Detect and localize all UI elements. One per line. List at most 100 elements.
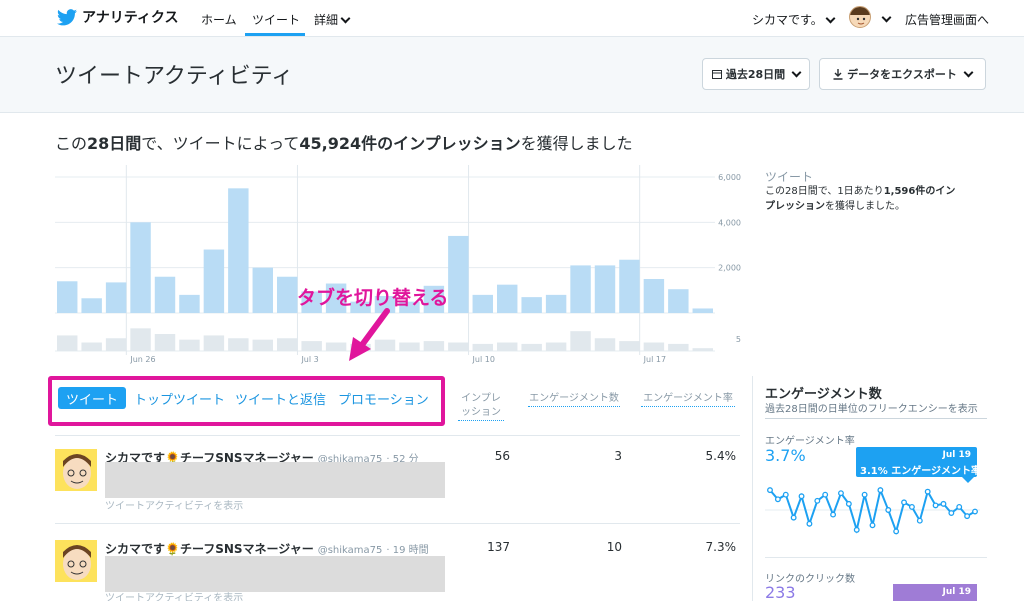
chevron-down-icon xyxy=(963,67,974,77)
y2-tick-label: 5 xyxy=(736,335,741,344)
account-menu[interactable]: シカマです。 xyxy=(752,11,836,28)
col-engagement-rate[interactable]: エンゲージメント率 xyxy=(641,392,735,407)
engagement-bar xyxy=(325,342,347,351)
tweet-author[interactable]: シカマです🌻チーフSNSマネージャー @shikama75 · 19 時間 xyxy=(105,540,429,557)
x-tick-label: Jul 10 xyxy=(472,355,495,364)
impression-bar xyxy=(668,289,689,313)
page-title: ツイートアクティビティ xyxy=(55,64,294,89)
engagement-bar xyxy=(448,342,469,351)
tweet-engagements: 10 xyxy=(606,540,622,554)
engagement-rate-point xyxy=(861,491,868,498)
view-tweet-activity-link[interactable]: ツイートアクティビティを表示 xyxy=(105,497,243,512)
engagement-bar xyxy=(643,342,665,351)
engagement-bar xyxy=(252,339,273,351)
engagement-subtitle: 過去28日間の日単位のフリークエンシーを表示 xyxy=(765,404,978,415)
impression-bar xyxy=(594,265,616,313)
calendar-icon xyxy=(711,70,722,79)
col-engagements[interactable]: エンゲージメント数 xyxy=(528,392,620,407)
tweet-impressions: 56 xyxy=(494,449,510,463)
engagement-bar xyxy=(545,342,567,351)
engagement-bar xyxy=(277,338,298,351)
engagement-rate-point xyxy=(806,520,813,527)
engagement-bar xyxy=(228,338,249,351)
engagement-rate-point xyxy=(830,511,837,518)
x-tick-label: Jul 17 xyxy=(643,355,666,364)
chart-side-text: この28日間で、1日あたり1,596件のインプレッションを獲得しました。 xyxy=(765,184,965,214)
period-select-button[interactable]: 過去28日間 xyxy=(702,58,810,90)
engagement-bar xyxy=(154,334,176,351)
avatar-illustration-icon xyxy=(55,449,97,491)
impression-bar xyxy=(130,222,151,313)
tab-tweets-and-replies[interactable]: ツイートと返信 xyxy=(235,387,326,409)
tweet-avatar[interactable] xyxy=(55,540,97,582)
tab-promotions[interactable]: プロモーション xyxy=(338,387,429,409)
engagement-rate-point xyxy=(940,500,947,507)
impression-bar xyxy=(545,294,567,313)
tooltip-text: 3.1% エンゲージメント率 xyxy=(860,466,982,477)
chart-side-label: ツイート xyxy=(765,170,814,184)
row-divider xyxy=(55,435,740,436)
download-icon xyxy=(833,68,843,80)
impression-bar xyxy=(643,279,665,313)
view-tweet-activity-link[interactable]: ツイートアクティビティを表示 xyxy=(105,589,243,601)
brand[interactable]: アナリティクス xyxy=(57,7,178,27)
nav-tweets[interactable]: ツイート xyxy=(252,11,300,28)
annotation-arrow-icon xyxy=(349,308,390,361)
engagement-bar xyxy=(521,343,542,351)
user-avatar[interactable] xyxy=(849,6,871,28)
period-label: 過去28日間 xyxy=(725,68,786,81)
engagement-rate-point xyxy=(893,528,900,535)
impressions-chart: 6,000 4,000 2,000 5 Jun 26 Jul 3 Jul 10 Jul 17 xyxy=(55,165,741,364)
impression-bar xyxy=(179,294,200,313)
engagement-rate-point xyxy=(822,491,829,498)
impression-bar xyxy=(497,284,518,313)
engagement-bar xyxy=(57,335,78,351)
y-tick-label: 6,000 xyxy=(718,173,741,182)
side-text-prefix: この28日間で、1日あたり xyxy=(765,186,884,197)
impression-bar xyxy=(472,294,493,313)
account-name: シカマです。 xyxy=(752,13,823,27)
engagement-rate-point xyxy=(767,487,773,494)
chevron-down-icon[interactable] xyxy=(881,12,892,23)
chevron-down-icon xyxy=(340,13,351,24)
avatar-face-icon xyxy=(850,7,870,25)
col-impressions[interactable]: インプレッション xyxy=(458,392,504,421)
impression-bar xyxy=(277,276,298,313)
link-clicks-value: 233 xyxy=(765,583,796,601)
engagement-rate-point xyxy=(853,526,860,533)
engagement-bar xyxy=(179,339,200,351)
chevron-down-icon xyxy=(791,67,802,77)
tab-top-tweets[interactable]: トップツイート xyxy=(134,387,225,409)
chevron-down-icon xyxy=(825,13,836,24)
nav-more-label: 詳細 xyxy=(314,13,339,27)
engagement-bar xyxy=(497,342,518,351)
impression-bar xyxy=(228,188,249,313)
export-data-button[interactable]: データをエクスポート xyxy=(819,58,986,90)
side-text-suffix: を獲得しました。 xyxy=(825,201,905,212)
summary-suffix: を獲得しました xyxy=(520,134,633,153)
engagement-bar xyxy=(203,335,225,351)
engagement-rate-value: 3.7% xyxy=(765,446,806,465)
nav-home[interactable]: ホーム xyxy=(201,11,237,28)
engagement-rate-point xyxy=(964,513,971,520)
tweet-avatar[interactable] xyxy=(55,449,97,491)
tab-tweets[interactable]: ツイート xyxy=(58,387,127,409)
avatar-illustration-icon xyxy=(55,540,97,582)
tweet-engagement-rate: 7.3% xyxy=(705,540,737,554)
impression-bar xyxy=(105,282,127,313)
y-tick-label: 4,000 xyxy=(718,218,741,227)
ads-link[interactable]: 広告管理画面へ xyxy=(905,11,989,28)
summary-prefix: この xyxy=(55,134,88,153)
impression-bar xyxy=(57,281,78,313)
panel-divider xyxy=(752,376,753,601)
nav-more[interactable]: 詳細 xyxy=(314,11,351,28)
engagement-divider xyxy=(765,557,987,558)
tweet-time: · 19 時間 xyxy=(386,545,429,556)
impression-bar xyxy=(252,267,273,313)
tweet-handle: @shikama75 xyxy=(317,545,383,556)
engagement-rate-point xyxy=(774,496,781,503)
impression-bar xyxy=(81,298,102,313)
engagement-bar xyxy=(619,341,640,351)
x-tick-label: Jul 3 xyxy=(300,355,318,364)
engagement-rate-point xyxy=(877,487,884,494)
